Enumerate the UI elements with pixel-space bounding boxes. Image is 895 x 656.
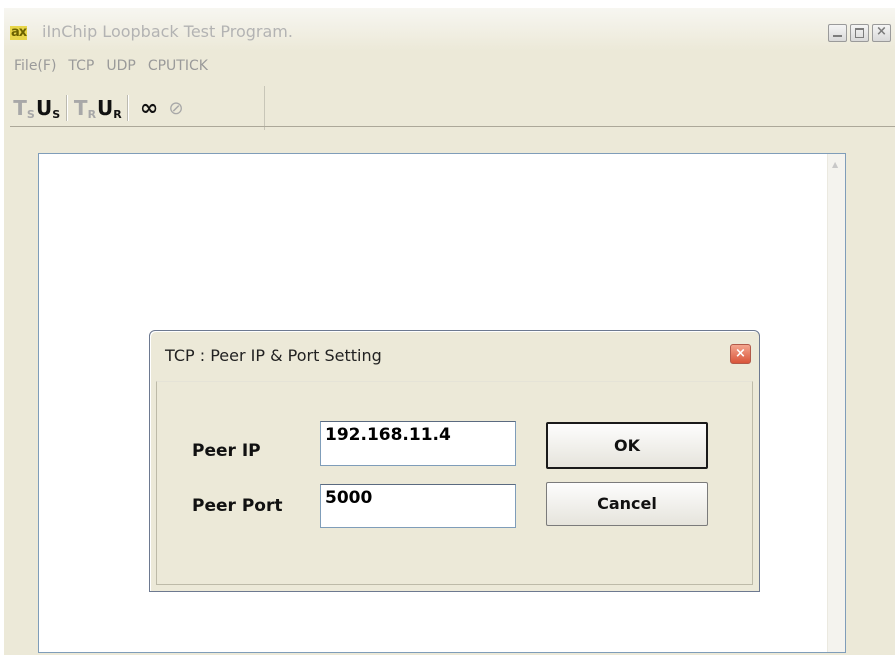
close-button[interactable]: ×: [872, 24, 891, 42]
udp-receive-icon: U: [97, 95, 114, 120]
menu-udp[interactable]: UDP: [100, 58, 141, 74]
minimize-button[interactable]: [828, 24, 847, 42]
vertical-scrollbar[interactable]: ▲: [827, 154, 845, 652]
app-icon: ax: [10, 25, 27, 40]
toolbar-separator: [66, 95, 67, 121]
menu-bar: File(F) TCP UDP CPUTICK: [4, 54, 895, 78]
menu-cputick[interactable]: CPUTICK: [142, 58, 214, 74]
toolbar: TS US TR UR ∞ ⊘: [12, 86, 265, 130]
stop-button[interactable]: ⊘: [164, 98, 188, 119]
dialog-title: TCP : Peer IP & Port Setting: [165, 346, 382, 365]
tcp-receive-button[interactable]: TR: [73, 95, 97, 120]
udp-send-button[interactable]: US: [36, 95, 60, 120]
peer-port-input[interactable]: 5000: [320, 484, 516, 528]
peer-setting-dialog: TCP : Peer IP & Port Setting × Peer IP 1…: [149, 330, 760, 592]
maximize-icon: [855, 28, 864, 38]
maximize-button[interactable]: [850, 24, 869, 42]
dialog-close-button[interactable]: ×: [730, 344, 751, 364]
menu-tcp[interactable]: TCP: [62, 58, 100, 74]
toolbar-separator: [127, 95, 128, 121]
peer-ip-label: Peer IP: [192, 441, 261, 461]
peer-ip-input[interactable]: 192.168.11.4: [320, 421, 516, 466]
close-icon: ×: [735, 346, 746, 361]
peer-port-label: Peer Port: [192, 496, 283, 516]
loop-button[interactable]: ∞: [134, 96, 164, 121]
ok-button[interactable]: OK: [546, 422, 708, 469]
scroll-up-icon[interactable]: ▲: [832, 160, 838, 169]
window-title: iInChip Loopback Test Program.: [42, 22, 293, 41]
tcp-send-button[interactable]: TS: [12, 95, 36, 120]
udp-send-icon: U: [36, 95, 53, 120]
minimize-icon: [833, 35, 842, 37]
infinity-icon: ∞: [139, 95, 159, 121]
window-controls: ×: [828, 24, 891, 42]
title-bar[interactable]: ax iInChip Loopback Test Program. ×: [4, 8, 895, 51]
tcp-receive-icon: T: [73, 95, 88, 120]
close-icon: ×: [876, 24, 887, 39]
tcp-send-icon: T: [13, 95, 27, 120]
cancel-button[interactable]: Cancel: [546, 482, 708, 526]
udp-receive-button[interactable]: UR: [97, 95, 122, 120]
menu-file[interactable]: File(F): [4, 58, 62, 74]
stop-icon: ⊘: [168, 97, 184, 119]
